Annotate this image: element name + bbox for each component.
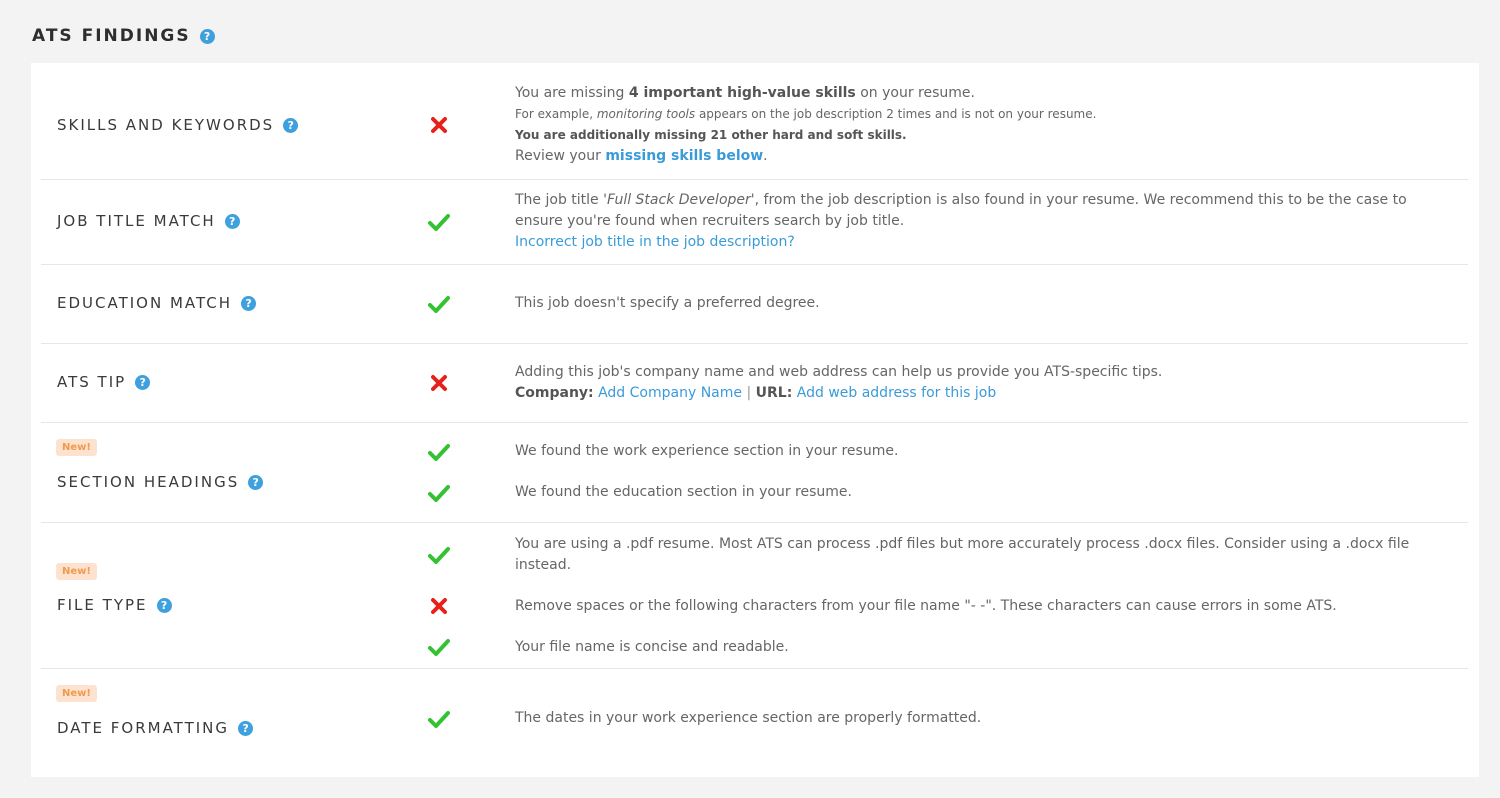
finding-text: The dates in your work experience sectio… xyxy=(515,710,982,726)
page-title-text: ATS FINDINGS xyxy=(32,26,191,46)
finding-text: Your file name is concise and readable. xyxy=(515,639,789,655)
help-icon[interactable]: ? xyxy=(156,597,172,613)
new-badge: New! xyxy=(56,563,97,580)
cross-icon xyxy=(428,372,450,394)
check-icon xyxy=(428,293,450,315)
help-icon[interactable]: ? xyxy=(199,28,215,44)
help-icon[interactable]: ? xyxy=(248,474,264,490)
check-icon xyxy=(428,482,450,504)
finding-text: We found the work experience section in … xyxy=(515,443,899,459)
finding-text: We found the education section in your r… xyxy=(515,484,852,500)
cross-icon xyxy=(428,114,450,136)
finding-row-education: EDUCATION MATCH ? This job doesn't speci… xyxy=(41,265,1468,344)
incorrect-job-title-link[interactable]: Incorrect job title in the job descripti… xyxy=(515,234,795,250)
help-icon[interactable]: ? xyxy=(283,117,299,133)
category-ats-tip: ATS TIP ? xyxy=(57,373,151,391)
finding-row-job-title: JOB TITLE MATCH ? The job title 'Full St… xyxy=(41,180,1468,265)
category-label: FILE TYPE xyxy=(57,596,148,614)
category-label: DATE FORMATTING xyxy=(57,719,230,737)
check-icon xyxy=(428,544,450,566)
new-badge: New! xyxy=(56,439,97,456)
category-date-formatting: DATE FORMATTING ? xyxy=(57,719,254,737)
finding-text: You are missing 4 important high-value s… xyxy=(515,85,1097,164)
help-icon[interactable]: ? xyxy=(135,374,151,390)
check-icon xyxy=(428,211,450,233)
category-label: ATS TIP xyxy=(57,373,127,391)
page-title: ATS FINDINGS ? xyxy=(32,26,215,46)
check-icon xyxy=(428,441,450,463)
new-badge: New! xyxy=(56,685,97,702)
add-web-address-link[interactable]: Add web address for this job xyxy=(797,385,996,401)
finding-row-skills: SKILLS AND KEYWORDS ? You are missing 4 … xyxy=(41,63,1468,180)
category-section-headings: SECTION HEADINGS ? xyxy=(57,473,264,491)
finding-text: Adding this job's company name and web a… xyxy=(515,364,1163,401)
finding-row-ats-tip: ATS TIP ? Adding this job's company name… xyxy=(41,344,1468,423)
finding-row-date-formatting: New! DATE FORMATTING ? The dates in your… xyxy=(41,669,1468,777)
check-icon xyxy=(428,708,450,730)
help-icon[interactable]: ? xyxy=(224,213,240,229)
finding-text: Remove spaces or the following character… xyxy=(515,598,1337,614)
check-icon xyxy=(428,636,450,658)
category-file-type: FILE TYPE ? xyxy=(57,596,172,614)
help-icon[interactable]: ? xyxy=(241,295,257,311)
cross-icon xyxy=(428,595,450,617)
finding-row-section-headings: New! SECTION HEADINGS ? We found the wor… xyxy=(41,423,1468,523)
category-label: SECTION HEADINGS xyxy=(57,473,240,491)
ats-findings-card: SKILLS AND KEYWORDS ? You are missing 4 … xyxy=(31,63,1479,777)
help-icon[interactable]: ? xyxy=(238,720,254,736)
category-job-title-match: JOB TITLE MATCH ? xyxy=(57,212,240,230)
finding-text: This job doesn't specify a preferred deg… xyxy=(515,295,820,311)
category-label: SKILLS AND KEYWORDS xyxy=(57,116,275,134)
category-label: EDUCATION MATCH xyxy=(57,294,233,312)
finding-row-file-type: New! FILE TYPE ? You are using a .pdf re… xyxy=(41,523,1468,669)
add-company-name-link[interactable]: Add Company Name xyxy=(598,385,742,401)
category-label: JOB TITLE MATCH xyxy=(57,212,216,230)
category-education-match: EDUCATION MATCH ? xyxy=(57,294,257,312)
category-skills-and-keywords: SKILLS AND KEYWORDS ? xyxy=(57,116,299,134)
finding-text: The job title 'Full Stack Developer', fr… xyxy=(515,192,1407,250)
missing-skills-link[interactable]: missing skills below xyxy=(605,148,763,164)
finding-text: You are using a .pdf resume. Most ATS ca… xyxy=(515,536,1410,573)
